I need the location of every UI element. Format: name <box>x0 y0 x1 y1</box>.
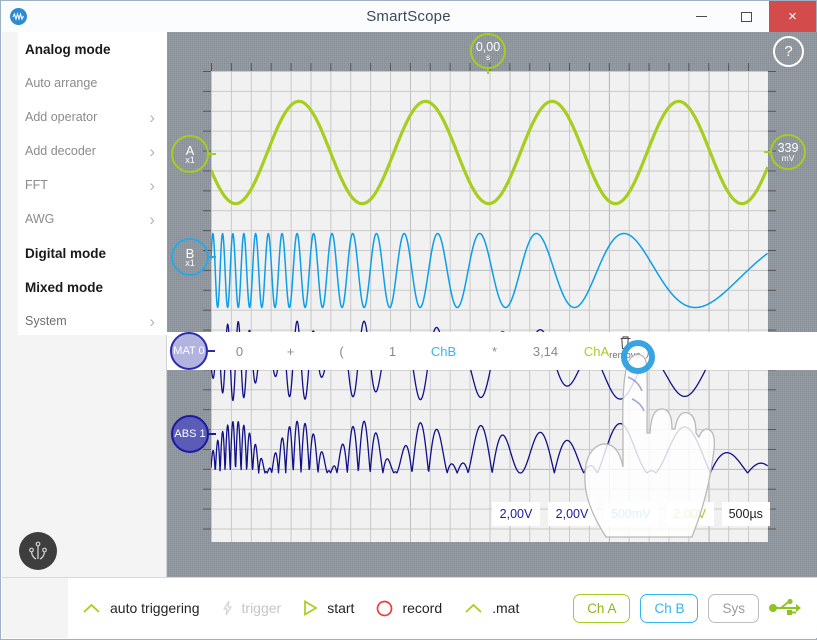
close-button[interactable]: × <box>769 1 816 32</box>
channel-marker-mat[interactable]: MAT 0 <box>170 332 208 370</box>
trigger-label: trigger <box>242 600 282 616</box>
window-controls: × <box>679 1 816 32</box>
chevron-right-icon: › <box>149 143 155 160</box>
channel-b-button[interactable]: Ch B <box>640 594 698 623</box>
mat-format-button[interactable]: .mat <box>464 600 519 616</box>
usb-icon[interactable] <box>769 598 803 618</box>
marker-tail <box>206 350 215 352</box>
sidebar-item-mixed-mode[interactable]: Mixed mode <box>18 270 167 304</box>
remove-operator-label: remove <box>609 350 641 361</box>
trigger-level-marker[interactable]: 339 mV <box>770 134 806 170</box>
sidebar-item-add-decoder[interactable]: Add decoder › <box>18 134 167 168</box>
formula-term-4[interactable]: ChB <box>418 344 469 359</box>
sidebar-item-fft[interactable]: FFT › <box>18 168 167 202</box>
marker-tail <box>764 151 772 153</box>
formula-term-0[interactable]: 0 <box>214 344 265 359</box>
record-button[interactable]: record <box>376 600 442 617</box>
bottom-toolbar: auto triggering trigger start record <box>2 577 817 638</box>
channel-marker-name: MAT 0 <box>173 346 204 357</box>
sidebar-item-label: System <box>25 314 67 328</box>
sidebar-item-analog-mode[interactable]: Analog mode <box>18 32 167 66</box>
remove-operator-button[interactable]: remove <box>599 335 651 361</box>
time-offset-unit: s <box>486 53 490 62</box>
trace-abs <box>211 421 768 473</box>
time-offset-marker[interactable]: 0,00 s <box>470 33 506 69</box>
marker-tail <box>207 153 216 155</box>
mat-format-label: .mat <box>492 600 519 616</box>
sidebar-item-label: Digital mode <box>25 246 106 261</box>
chevron-right-icon: › <box>149 109 155 126</box>
formula-term-2[interactable]: ( <box>316 344 367 359</box>
scale-chips: 2,00V 2,00V 500mV 2,00V 500µs <box>492 502 770 526</box>
scale-chip-mat[interactable]: 2,00V <box>492 502 540 526</box>
sidebar-item-system[interactable]: System › <box>18 304 167 338</box>
scale-chip-abs[interactable]: 2,00V <box>548 502 596 526</box>
trigger-button[interactable]: trigger <box>222 600 282 616</box>
toolbar-right-group: Ch A Ch B Sys <box>573 594 803 623</box>
sidebar-item-label: Auto arrange <box>25 76 97 90</box>
formula-term-6[interactable]: 3,14 <box>520 344 571 359</box>
chevron-up-icon <box>464 603 483 614</box>
channel-marker-abs[interactable]: ABS 1 <box>171 415 209 453</box>
scale-chip-chb[interactable]: 500mV <box>604 502 658 526</box>
chevron-right-icon: › <box>149 177 155 194</box>
circuit-tree-logo-icon[interactable] <box>19 532 57 570</box>
channel-marker-name: ABS 1 <box>174 429 205 440</box>
sidebar-item-label: FFT <box>25 178 48 192</box>
marker-tail <box>207 256 216 258</box>
waveform-traces <box>211 71 768 542</box>
sidebar: Analog mode Auto arrange Add operator › … <box>2 32 167 579</box>
scale-chip-cha[interactable]: 2,00V <box>666 502 714 526</box>
toolbar-content: auto triggering trigger start record <box>68 578 817 638</box>
system-button[interactable]: Sys <box>708 594 759 623</box>
formula-term-3[interactable]: 1 <box>367 344 418 359</box>
help-button[interactable]: ? <box>773 36 804 67</box>
channel-a-button[interactable]: Ch A <box>573 594 630 623</box>
sidebar-menu: Analog mode Auto arrange Add operator › … <box>18 32 167 335</box>
play-icon <box>303 600 318 616</box>
sidebar-item-label: Mixed mode <box>25 280 103 295</box>
sidebar-item-add-operator[interactable]: Add operator › <box>18 100 167 134</box>
chevron-up-icon <box>82 603 101 614</box>
maximize-button[interactable] <box>724 1 769 32</box>
title-bar: SmartScope × <box>1 1 816 32</box>
scale-chip-time[interactable]: 500µs <box>722 502 770 526</box>
sidebar-item-label: Add operator <box>25 110 97 124</box>
trigger-level-unit: mV <box>782 154 795 163</box>
record-label: record <box>402 600 442 616</box>
maximize-icon <box>741 12 752 22</box>
start-button[interactable]: start <box>303 600 354 616</box>
lightning-icon <box>222 600 233 616</box>
formula-term-5[interactable]: * <box>469 344 520 359</box>
sidebar-item-auto-arrange[interactable]: Auto arrange <box>18 66 167 100</box>
chevron-right-icon: › <box>149 313 155 330</box>
sidebar-item-digital-mode[interactable]: Digital mode <box>18 236 167 270</box>
sidebar-item-label: Add decoder <box>25 144 96 158</box>
sidebar-item-label: Analog mode <box>25 42 111 57</box>
auto-triggering-label: auto triggering <box>110 600 200 616</box>
channel-marker-b[interactable]: B x1 <box>171 238 209 276</box>
trace-chb <box>211 234 768 308</box>
trace-cha <box>211 101 768 203</box>
formula-term-1[interactable]: + <box>265 344 316 359</box>
chevron-right-icon: › <box>149 211 155 228</box>
minimize-button[interactable] <box>679 1 724 32</box>
start-label: start <box>327 600 354 616</box>
minimize-icon <box>696 16 707 17</box>
scope-canvas[interactable]: 0,00 s 339 mV A x1 B x1 MAT 0 ABS 1 <box>167 32 817 579</box>
smartscope-window: SmartScope × Analog mode Auto arrange Ad… <box>0 0 817 640</box>
math-formula-bar[interactable]: 0 + ( 1 ChB * 3,14 ChA ) remove <box>167 332 817 370</box>
sidebar-item-awg[interactable]: AWG › <box>18 202 167 236</box>
auto-triggering-button[interactable]: auto triggering <box>82 600 200 616</box>
record-circle-icon <box>376 600 393 617</box>
marker-tail <box>487 67 489 74</box>
channel-marker-a[interactable]: A x1 <box>171 135 209 173</box>
channel-marker-gain: x1 <box>185 259 195 268</box>
marker-tail <box>207 433 216 435</box>
channel-marker-gain: x1 <box>185 156 195 165</box>
trash-icon <box>619 335 632 350</box>
sidebar-item-label: AWG <box>25 212 54 226</box>
